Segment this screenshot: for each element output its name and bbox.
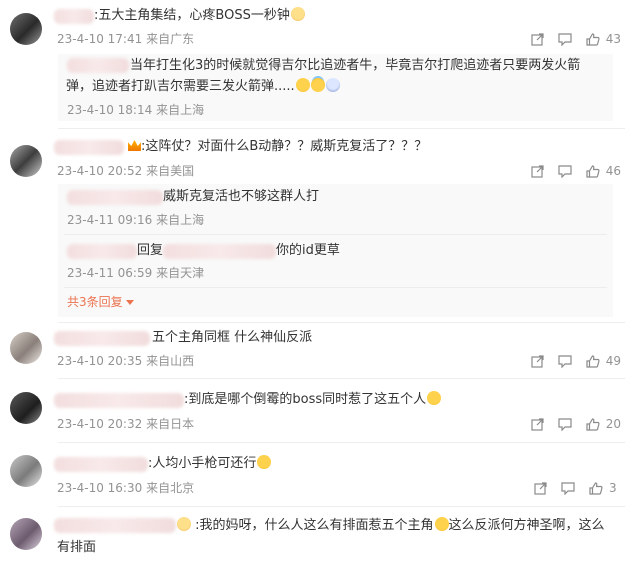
share-icon: [531, 354, 544, 368]
comment-text: :这阵仗？对面什么B动静？？威斯克复活了？？？: [128, 137, 427, 157]
reply-meta: 23-4-11 06:59 来自天津: [67, 266, 205, 280]
comment-actions: 49: [517, 352, 621, 370]
avatar[interactable]: [10, 392, 42, 424]
comment-actions: 43: [517, 30, 621, 48]
comment-text: :到底是哪个倒霉的boss同时惹了这五个人: [184, 390, 442, 410]
comment-button[interactable]: [558, 164, 572, 178]
avatar[interactable]: [10, 518, 42, 550]
share-icon: [531, 417, 544, 431]
like-count: 49: [605, 354, 621, 368]
reply-username-blurred[interactable]: [67, 190, 163, 205]
reply-target-username-blurred[interactable]: [163, 244, 276, 259]
emoji-icon: [427, 391, 442, 405]
reply-text: 当年打生化3的时候就觉得吉尔比追迹者牛，毕竟吉尔打爬追迹者只要两发火箭: [130, 58, 581, 73]
comment-meta: 23-4-10 16:30 来自北京: [57, 481, 195, 495]
laugh-cry-emoji-icon: [434, 517, 449, 531]
like-button[interactable]: 43: [586, 32, 621, 46]
like-count: 20: [605, 417, 621, 431]
comment-meta: 23-4-10 20:32 来自日本: [57, 417, 195, 431]
reply-divider: [64, 287, 607, 288]
comment-icon: [558, 417, 572, 431]
comment-icon: [558, 354, 572, 368]
like-button[interactable]: 49: [586, 354, 621, 368]
comment-text: :我的妈呀，什么人这么有排面惹五个主角 这么反派何方神圣啊，这么: [176, 516, 605, 536]
like-count: 3: [609, 481, 617, 495]
reply-meta: 23-4-11 09:16 来自上海: [67, 213, 205, 227]
caret-down-icon: [125, 300, 134, 305]
like-count: 43: [605, 32, 621, 46]
share-button[interactable]: [531, 32, 544, 46]
angel-emoji-icon: [310, 78, 325, 92]
username-blurred[interactable]: [54, 393, 184, 408]
divider: [58, 506, 625, 507]
comment-icon: [558, 32, 572, 46]
reply-text-continued: 弹，追迹者打趴吉尔需要三发火箭弹.....: [66, 77, 340, 97]
share-button[interactable]: [531, 164, 544, 178]
like-button[interactable]: 46: [586, 164, 621, 178]
username-blurred[interactable]: [54, 9, 94, 24]
avatar[interactable]: [10, 145, 42, 177]
reply-text: 你的id更草: [276, 243, 340, 258]
avatar[interactable]: [10, 455, 42, 487]
share-button[interactable]: [531, 417, 544, 431]
comment-icon: [561, 481, 575, 495]
crown-icon: [128, 140, 141, 151]
share-button[interactable]: [531, 354, 544, 368]
comment-button[interactable]: [558, 32, 572, 46]
like-button[interactable]: 3: [589, 481, 621, 495]
comment-date: 23-4-10 17:41: [57, 32, 143, 46]
comment-actions: 20: [517, 415, 621, 433]
more-replies-link[interactable]: 共3条回复: [67, 294, 134, 310]
reply-username-blurred[interactable]: [67, 58, 129, 73]
divider: [58, 128, 625, 129]
avatar[interactable]: [10, 13, 42, 45]
like-button[interactable]: 20: [586, 417, 621, 431]
comment-text: :人均小手枪可还行: [148, 454, 272, 474]
reply-to-label: 回复: [137, 243, 164, 258]
comment-actions: 46: [517, 162, 621, 180]
username-blurred[interactable]: [54, 140, 124, 155]
like-icon: [586, 164, 600, 178]
comment-button[interactable]: [558, 354, 572, 368]
comment-meta: 23-4-10 17:41 来自广东: [57, 31, 194, 47]
sad-emoji-icon: [325, 78, 340, 92]
comment-button[interactable]: [561, 481, 575, 495]
comment-text: :五大主角集结，心疼BOSS一秒钟: [94, 6, 305, 26]
like-icon: [586, 32, 600, 46]
laugh-cry-emoji-icon: [257, 455, 272, 469]
avatar[interactable]: [10, 332, 42, 364]
share-button[interactable]: [534, 481, 547, 495]
username-blurred[interactable]: [54, 518, 176, 533]
divider: [58, 322, 625, 323]
comment-location: 来自广东: [146, 32, 195, 46]
username-blurred[interactable]: [54, 457, 148, 472]
share-icon: [534, 481, 547, 495]
share-icon: [531, 32, 544, 46]
reply-meta: 23-4-10 18:14 来自上海: [67, 103, 205, 117]
comment-icon: [558, 164, 572, 178]
comment-actions: 3: [520, 479, 621, 497]
comment-text-continued: 有排面: [57, 540, 97, 555]
like-icon: [586, 417, 600, 431]
divider: [58, 378, 625, 379]
comment-meta: 23-4-10 20:52 来自美国: [57, 164, 195, 178]
share-icon: [531, 164, 544, 178]
laugh-cry-emoji-icon: [295, 78, 310, 92]
comment-meta: 23-4-10 20:35 来自山西: [57, 354, 195, 368]
divider: [58, 442, 625, 443]
username-blurred[interactable]: [54, 331, 150, 346]
emoji-icon: [177, 517, 191, 531]
like-count: 46: [605, 164, 621, 178]
reply-text: 威斯克复活也不够这群人打: [163, 189, 320, 204]
like-icon: [589, 481, 603, 495]
reply-divider: [64, 234, 607, 235]
comment-button[interactable]: [558, 417, 572, 431]
like-icon: [586, 354, 600, 368]
reply-username-blurred[interactable]: [67, 244, 137, 259]
cat-emoji-icon: [290, 7, 305, 21]
comment-text: 五个主角同框 什么神仙反派: [152, 330, 313, 345]
